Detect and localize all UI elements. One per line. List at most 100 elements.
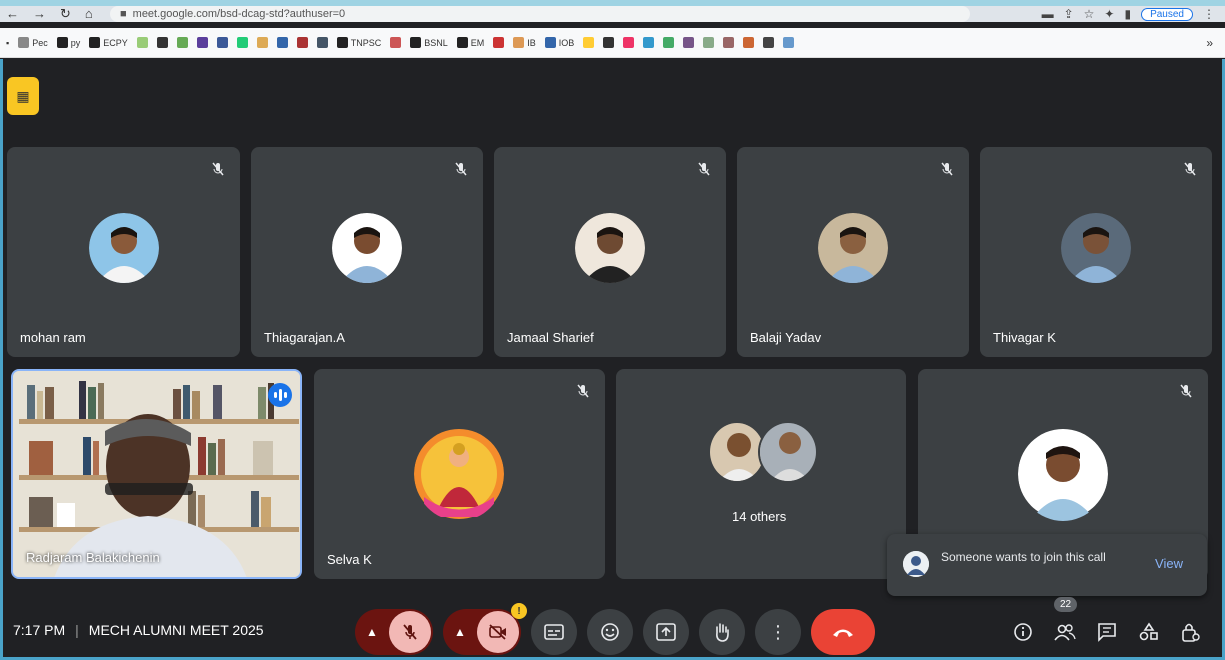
others-count: 14 others [732,509,787,524]
forward-icon[interactable]: → [33,6,46,22]
mic-off-icon [939,161,955,177]
bookmark-item[interactable]: ECPY [89,37,128,48]
mic-off-icon [1182,161,1198,177]
bookmark-item[interactable] [623,37,635,48]
chevron-up-icon[interactable]: ▲ [355,609,389,655]
present-button[interactable] [643,609,689,655]
activities-button[interactable] [1136,619,1162,645]
bookmark-item[interactable]: Pec [18,37,48,48]
participant-name: Radjaram Balakichenin [26,550,160,565]
bookmark-favicon-icon [493,37,505,48]
sidepanel-icon[interactable]: ▮ [1124,7,1131,21]
chat-button[interactable] [1094,619,1120,645]
view-button[interactable]: View [1155,556,1183,571]
camera-toggle-button[interactable] [477,611,519,653]
bookmark-item[interactable] [196,37,208,48]
participant-name: Balaji Yadav [750,330,822,345]
bookmark-item[interactable] [276,37,288,48]
bookmark-item[interactable] [156,37,168,48]
camera-off-icon [489,624,506,640]
bookmark-label: Pec [32,37,48,48]
bookmark-item[interactable] [296,37,308,48]
bookmark-item[interactable] [136,37,148,48]
bookmark-favicon-icon [136,37,148,48]
bookmark-item[interactable] [390,37,402,48]
chevron-up-icon[interactable]: ▲ [443,609,477,655]
more-options-button[interactable]: ⋮ [755,609,801,655]
avatar [332,213,402,283]
info-button[interactable] [1010,619,1036,645]
bookmark-favicon-icon [410,37,422,48]
bookmark-item[interactable] [783,37,795,48]
host-controls-icon[interactable]: ▦ [7,77,39,115]
avatar [575,213,645,283]
mic-toggle-button[interactable] [389,611,431,653]
participant-name: Selva K [327,552,372,567]
bookmark-item[interactable] [603,37,615,48]
meeting-title: MECH ALUMNI MEET 2025 [88,622,264,638]
address-bar[interactable]: ■ meet.google.com/bsd-dcag-std?authuser=… [110,6,970,22]
bookmark-item[interactable] [256,37,268,48]
reactions-button[interactable] [587,609,633,655]
bookmark-item[interactable] [663,37,675,48]
bookmark-favicon-icon [236,37,248,48]
participant-tile[interactable]: Selva K [314,369,605,579]
bookmark-item[interactable]: IOB [544,37,574,48]
cast-icon[interactable]: ▬ [1042,7,1054,21]
person-icon [903,551,929,577]
captions-button[interactable] [531,609,577,655]
bookmark-favicon-icon [56,37,68,48]
bookmark-item[interactable] [743,37,755,48]
bookmark-label: TNPSC [350,37,382,48]
leave-call-button[interactable] [811,609,875,655]
bookmark-favicon-icon [216,37,228,48]
bookmark-favicon-icon [603,37,615,48]
video-tile[interactable]: Radjaram Balakichenin [11,369,302,579]
bookmark-item[interactable] [763,37,775,48]
bookmark-item[interactable]: BSNL [410,37,448,48]
menu-icon[interactable]: ⋮ [1203,7,1215,21]
more-bookmarks-icon[interactable]: » [1206,36,1225,50]
bookmark-item[interactable] [703,37,715,48]
bookmark-item[interactable]: TNPSC [336,37,382,48]
bookmark-item[interactable] [683,37,695,48]
avatar [818,213,888,283]
avatar [758,421,818,483]
participant-tile[interactable]: Jamaal Sharief [494,147,726,357]
star-icon[interactable]: ☆ [1084,7,1095,21]
bookmark-favicon-icon [513,37,525,48]
bookmark-item[interactable] [583,37,595,48]
mic-off-icon [210,161,226,177]
bookmark-item[interactable]: EM [456,37,484,48]
bookmark-item[interactable]: py [56,37,81,48]
participant-tile[interactable]: Thivagar K [980,147,1212,357]
participant-tile[interactable]: mohan ram [7,147,240,357]
bookmark-item[interactable] [493,37,505,48]
reload-icon[interactable]: ↻ [60,6,71,22]
bookmark-item[interactable] [723,37,735,48]
bookmark-label: py [70,37,81,48]
others-tile[interactable]: 14 others [616,369,906,579]
back-icon[interactable]: ← [6,6,19,22]
participant-tile[interactable]: Balaji Yadav [737,147,969,357]
bookmark-favicon-icon [296,37,308,48]
bookmark-item[interactable] [216,37,228,48]
camera-group: ▲ ! [443,603,527,655]
raise-hand-button[interactable] [699,609,745,655]
home-icon[interactable]: ⌂ [85,6,93,22]
bookmark-favicon-icon [763,37,775,48]
apps-icon[interactable]: ▪ [6,38,9,48]
people-button[interactable]: 22 [1052,597,1078,645]
participant-tile[interactable]: Thiagarajan.A [251,147,483,357]
bookmark-label: BSNL [424,37,448,48]
bookmark-favicon-icon [743,37,755,48]
bookmark-item[interactable] [643,37,655,48]
extensions-icon[interactable]: ✦ [1104,7,1114,21]
bookmark-item[interactable]: IB [513,37,536,48]
bookmark-item[interactable] [316,37,328,48]
host-controls-button[interactable] [1178,619,1204,645]
share-icon[interactable]: ⇪ [1064,7,1074,21]
bookmark-item[interactable] [176,37,188,48]
profile-button[interactable]: Paused [1141,7,1193,21]
bookmark-item[interactable] [236,37,248,48]
